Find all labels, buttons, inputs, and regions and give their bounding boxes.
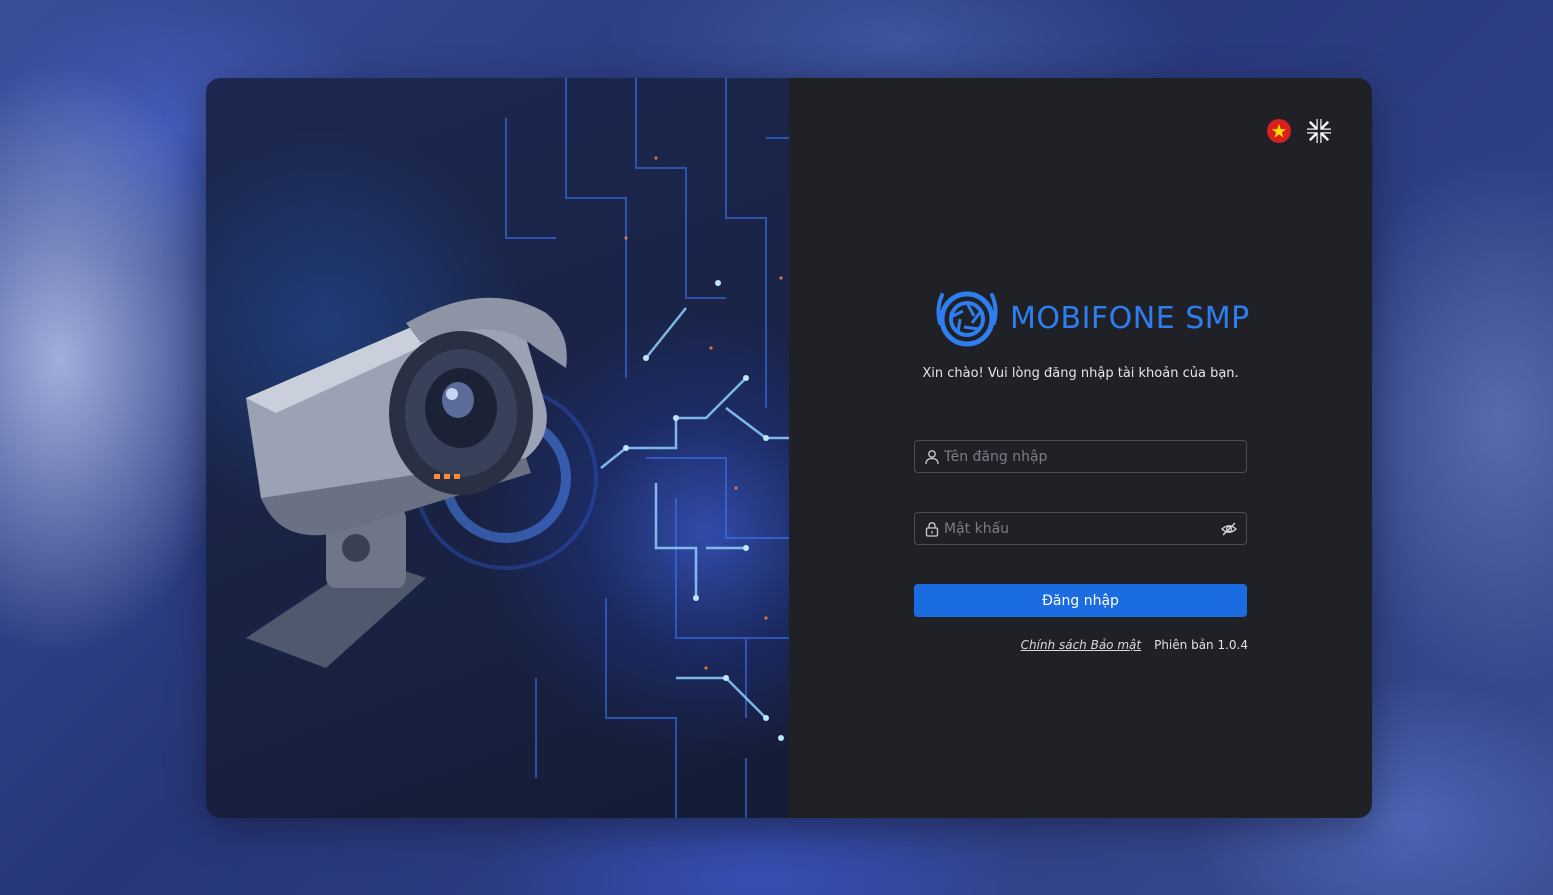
username-field[interactable]	[914, 440, 1247, 473]
password-field[interactable]	[914, 512, 1247, 545]
brand-logo: MOBIFONE SMP	[934, 289, 1250, 347]
login-panel: MOBIFONE SMP Xin chào! Vui lòng đăng nhậ…	[789, 78, 1372, 818]
user-icon	[925, 449, 939, 464]
hero-image	[206, 78, 789, 818]
vietnam-flag-icon[interactable]	[1266, 118, 1292, 144]
version-text: Phiên bản 1.0.4	[1154, 638, 1248, 652]
greeting-text: Xin chào! Vui lòng đăng nhập tài khoản c…	[922, 366, 1239, 381]
camera-shutter-logo-icon	[936, 291, 998, 347]
privacy-policy-link[interactable]: Chính sách Bảo mật	[1021, 638, 1141, 652]
username-input[interactable]	[944, 441, 1246, 472]
security-camera-illustration	[246, 78, 789, 818]
uk-flag-icon[interactable]	[1306, 118, 1332, 144]
lock-icon	[925, 521, 939, 537]
password-input[interactable]	[944, 513, 1220, 544]
brand-name: MOBIFONE SMP	[1010, 300, 1250, 336]
login-button[interactable]: Đăng nhập	[914, 584, 1247, 617]
login-footer: Chính sách Bảo mật Phiên bản 1.0.4	[1021, 638, 1248, 652]
login-card: MOBIFONE SMP Xin chào! Vui lòng đăng nhậ…	[206, 78, 1372, 818]
eye-off-icon[interactable]	[1220, 520, 1238, 538]
